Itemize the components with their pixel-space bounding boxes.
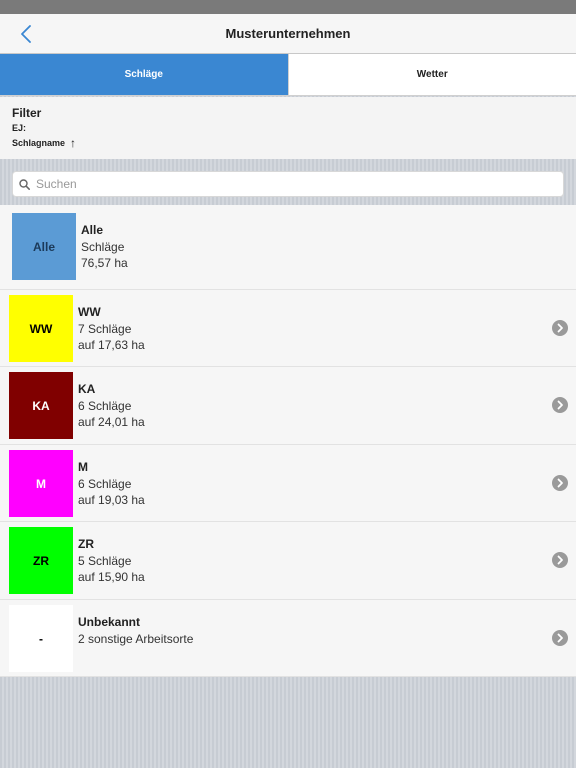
search-icon (19, 178, 30, 190)
page-title: Musterunternehmen (225, 26, 351, 41)
sort-ascending-icon: ↑ (70, 136, 77, 150)
chevron-right-icon (557, 400, 563, 410)
list-item-area: auf 24,01 ha (78, 415, 145, 429)
list-item-text: Alle Schläge 76,57 ha (81, 222, 128, 272)
list-item-title: Alle (81, 223, 104, 237)
list-item-subtitle: 2 sonstige Arbeitsorte (78, 631, 194, 646)
search-area (0, 159, 576, 205)
disclosure-chevron-icon[interactable] (552, 320, 568, 336)
list-item-title: WW (78, 305, 101, 319)
list-item-area: auf 15,90 ha (78, 570, 145, 584)
crop-color-swatch: WW (9, 295, 73, 362)
chevron-right-icon (557, 555, 563, 565)
list-item-area: 76,57 ha (81, 256, 128, 270)
list-item-subtitle: 6 Schläge (78, 476, 132, 491)
disclosure-chevron-icon[interactable] (552, 475, 568, 491)
back-button[interactable] (14, 22, 38, 46)
disclosure-chevron-icon[interactable] (552, 552, 568, 568)
search-input[interactable] (36, 177, 536, 191)
chevron-left-icon (21, 25, 31, 43)
navigation-bar: Musterunternehmen (0, 14, 576, 54)
segmented-tabs: Schläge Wetter (0, 54, 576, 96)
disclosure-chevron-icon[interactable] (552, 630, 568, 646)
chevron-right-icon (557, 323, 563, 333)
list-item-title: Unbekannt (78, 615, 141, 629)
tab-wetter[interactable]: Wetter (287, 54, 576, 95)
chevron-right-icon (557, 633, 563, 643)
disclosure-chevron-icon[interactable] (552, 397, 568, 413)
list-item-alle[interactable]: Alle Alle Schläge 76,57 ha (0, 205, 576, 290)
crop-color-swatch: ZR (9, 527, 73, 594)
list-item-m[interactable]: M M 6 Schläge auf 19,03 ha (0, 445, 576, 522)
list-item-text: KA 6 Schläge auf 24,01 ha (78, 381, 145, 431)
list-item-text: Unbekannt 2 sonstige Arbeitsorte (78, 614, 193, 647)
list-item-text: ZR 5 Schläge auf 15,90 ha (78, 536, 145, 586)
crop-color-swatch: Alle (12, 213, 76, 280)
list-item-ka[interactable]: KA KA 6 Schläge auf 24,01 ha (0, 367, 576, 445)
filter-title: Filter (12, 106, 42, 120)
status-bar (0, 0, 576, 14)
list-item-subtitle: 7 Schläge (78, 321, 132, 336)
list-item-area: auf 19,03 ha (78, 493, 145, 507)
crop-color-swatch: KA (9, 372, 73, 439)
list-item-subtitle: Schläge (81, 239, 125, 254)
list-item-title: KA (78, 382, 96, 396)
list-item-unbekannt[interactable]: - Unbekannt 2 sonstige Arbeitsorte (0, 600, 576, 677)
filter-sort: Schlagname ↑ (12, 136, 564, 151)
list-item-title: ZR (78, 537, 94, 551)
crop-color-swatch: M (9, 450, 73, 517)
list-item-subtitle: 5 Schläge (78, 553, 132, 568)
filter-panel[interactable]: Filter EJ: Schlagname ↑ (0, 97, 576, 159)
search-box[interactable] (12, 171, 564, 197)
list-item-ww[interactable]: WW WW 7 Schläge auf 17,63 ha (0, 290, 576, 367)
filter-ej: EJ: (12, 123, 27, 133)
list-item-zr[interactable]: ZR ZR 5 Schläge auf 15,90 ha (0, 522, 576, 600)
crop-list: Alle Alle Schläge 76,57 ha WW WW 7 Schlä… (0, 205, 576, 677)
list-item-subtitle: 6 Schläge (78, 398, 132, 413)
chevron-right-icon (557, 478, 563, 488)
list-item-area: auf 17,63 ha (78, 338, 145, 352)
list-item-title: M (78, 460, 88, 474)
list-item-text: WW 7 Schläge auf 17,63 ha (78, 304, 145, 354)
sort-field-label: Schlagname (12, 138, 66, 148)
list-item-text: M 6 Schläge auf 19,03 ha (78, 459, 145, 509)
crop-color-swatch: - (9, 605, 73, 672)
tab-schlaege[interactable]: Schläge (0, 54, 288, 95)
